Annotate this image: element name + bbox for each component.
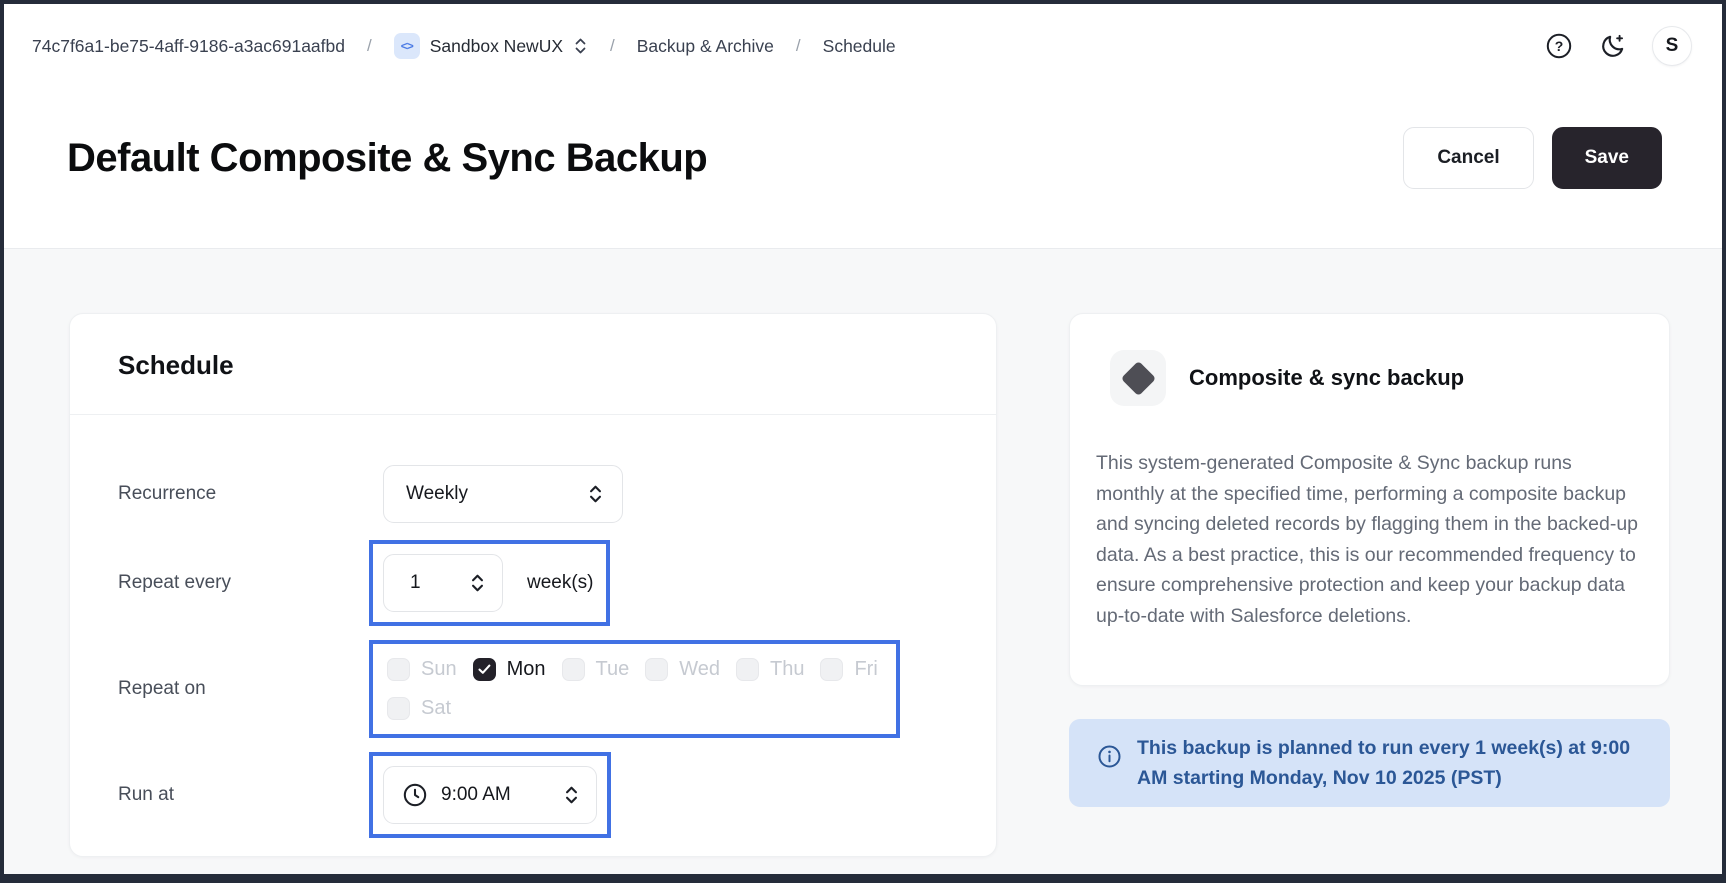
day-label: Wed: [679, 658, 720, 681]
chevron-updown-icon: [573, 37, 588, 55]
checkbox-unchecked-icon: [387, 658, 410, 681]
run-at-select[interactable]: 9:00 AM: [383, 766, 597, 824]
schedule-info-text: This backup is planned to run every 1 we…: [1137, 733, 1650, 793]
cancel-button[interactable]: Cancel: [1403, 127, 1533, 189]
chevron-updown-icon: [563, 785, 580, 805]
day-label: Mon: [507, 658, 546, 681]
repeat-every-input[interactable]: 1: [383, 554, 503, 612]
day-label: Fri: [854, 658, 877, 681]
checkbox-unchecked-icon: [820, 658, 843, 681]
schedule-card: Schedule Recurrence Weekly: [69, 313, 997, 857]
breadcrumb-page[interactable]: Schedule: [823, 36, 896, 57]
breadcrumb-org-id[interactable]: 74c7f6a1-be75-4aff-9186-a3ac691aafbd: [32, 36, 345, 57]
day-checkbox-fri[interactable]: Fri: [820, 658, 877, 681]
repeat-every-label: Repeat every: [118, 572, 369, 594]
schedule-form: Recurrence Weekly: [70, 415, 996, 838]
checkbox-unchecked-icon: [562, 658, 585, 681]
info-circle-icon: [1097, 744, 1122, 769]
backup-type-title: Composite & sync backup: [1189, 365, 1464, 391]
backup-type-card: Composite & sync backup This system-gene…: [1069, 313, 1670, 686]
svg-text:?: ?: [1555, 38, 1564, 54]
user-avatar[interactable]: S: [1652, 26, 1692, 66]
recurrence-label: Recurrence: [118, 483, 369, 505]
diamond-icon: [1120, 360, 1155, 395]
repeat-on-row: Repeat on Sun Mon Tue Wed Thu Fri Sat: [118, 640, 948, 738]
avatar-initial: S: [1666, 35, 1679, 57]
page-content: Schedule Recurrence Weekly: [4, 249, 1722, 874]
day-checkbox-tue[interactable]: Tue: [562, 658, 630, 681]
repeat-every-value: 1: [410, 572, 421, 594]
breadcrumb-section[interactable]: Backup & Archive: [637, 36, 774, 57]
day-checkbox-sun[interactable]: Sun: [387, 658, 457, 681]
breadcrumb-separator: /: [796, 36, 801, 56]
backup-type-description: This system-generated Composite & Sync b…: [1096, 448, 1643, 631]
question-circle-icon: ?: [1545, 32, 1573, 60]
day-label: Sun: [421, 658, 457, 681]
page-title: Default Composite & Sync Backup: [67, 136, 707, 181]
run-at-label: Run at: [118, 784, 369, 806]
run-at-highlight: 9:00 AM: [369, 752, 611, 838]
checkbox-unchecked-icon: [387, 697, 410, 720]
run-at-row: Run at 9:00 AM: [118, 752, 948, 838]
repeat-on-days: Sun Mon Tue Wed Thu Fri Sat: [387, 658, 882, 720]
day-checkbox-sat[interactable]: Sat: [387, 697, 451, 720]
checkbox-checked-icon: [473, 658, 496, 681]
run-at-value: 9:00 AM: [441, 784, 511, 806]
schedule-card-title: Schedule: [70, 314, 996, 415]
repeat-on-label: Repeat on: [118, 678, 369, 700]
repeat-on-highlight: Sun Mon Tue Wed Thu Fri Sat: [369, 640, 900, 738]
repeat-every-row: Repeat every 1 week(s): [118, 540, 948, 626]
recurrence-row: Recurrence Weekly: [118, 465, 948, 523]
page-header-actions: Cancel Save: [1403, 127, 1662, 189]
breadcrumb-environment-label: Sandbox NewUX: [430, 36, 563, 57]
save-button[interactable]: Save: [1552, 127, 1662, 189]
day-checkbox-wed[interactable]: Wed: [645, 658, 720, 681]
repeat-every-unit: week(s): [527, 572, 594, 594]
recurrence-value: Weekly: [406, 483, 468, 505]
page-header: Default Composite & Sync Backup Cancel S…: [4, 88, 1722, 249]
day-checkbox-thu[interactable]: Thu: [736, 658, 804, 681]
day-label: Thu: [770, 658, 804, 681]
info-column: Composite & sync backup This system-gene…: [1069, 313, 1670, 874]
backup-type-icon-box: [1110, 350, 1166, 406]
recurrence-select[interactable]: Weekly: [383, 465, 623, 523]
app-window: 74c7f6a1-be75-4aff-9186-a3ac691aafbd / <…: [0, 0, 1726, 883]
moon-crescent-icon: [1599, 33, 1626, 60]
repeat-every-highlight: 1 week(s): [369, 540, 610, 626]
day-checkbox-mon[interactable]: Mon: [473, 658, 546, 681]
breadcrumb: 74c7f6a1-be75-4aff-9186-a3ac691aafbd / <…: [32, 33, 896, 59]
number-stepper-icon[interactable]: [469, 573, 486, 593]
day-label: Tue: [596, 658, 630, 681]
top-bar: 74c7f6a1-be75-4aff-9186-a3ac691aafbd / <…: [4, 4, 1722, 88]
schedule-info-banner: This backup is planned to run every 1 we…: [1069, 719, 1670, 807]
topbar-actions: ? S: [1545, 26, 1692, 66]
breadcrumb-environment-selector[interactable]: <> Sandbox NewUX: [394, 33, 588, 59]
checkbox-unchecked-icon: [645, 658, 668, 681]
clock-icon: [402, 782, 428, 808]
breadcrumb-separator: /: [610, 36, 615, 56]
theme-toggle-button[interactable]: [1599, 33, 1626, 60]
code-brackets-icon: <>: [394, 33, 420, 59]
chevron-updown-icon: [587, 484, 604, 504]
day-label: Sat: [421, 697, 451, 720]
checkbox-unchecked-icon: [736, 658, 759, 681]
help-button[interactable]: ?: [1545, 32, 1573, 60]
breadcrumb-separator: /: [367, 36, 372, 56]
